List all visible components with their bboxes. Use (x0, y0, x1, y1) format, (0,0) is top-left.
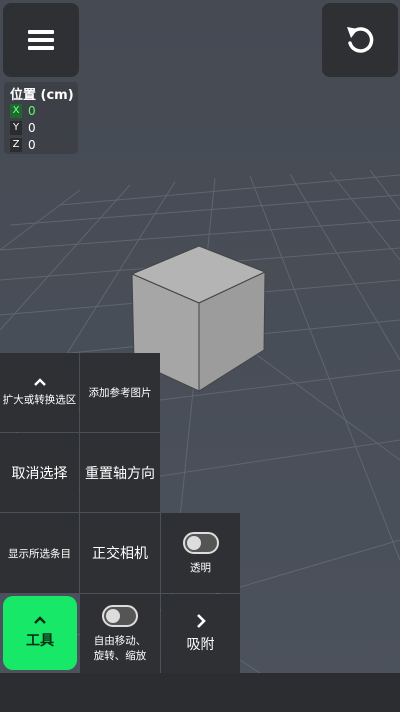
position-row-z[interactable]: Z 0 (10, 137, 36, 153)
expand-selection-label: 扩大或转换选区 (2, 394, 77, 406)
snap-label: 吸附 (186, 636, 215, 653)
chevron-up-icon (33, 378, 46, 386)
transparent-toggle[interactable] (182, 531, 219, 554)
reset-axis-button[interactable]: 重置轴方向 (80, 433, 160, 512)
free-move-label-line1: 自由移动、 (93, 634, 147, 647)
show-selected-label: 显示所选条目 (8, 547, 71, 560)
transparent-label: 透明 (190, 561, 211, 574)
menu-button[interactable] (3, 3, 79, 77)
reset-axis-label: 重置轴方向 (85, 465, 155, 482)
snap-button[interactable]: 吸附 (161, 594, 240, 673)
tools-button[interactable]: 工具 (3, 596, 77, 670)
position-title: 位置 (cm) (10, 88, 74, 103)
axis-label-x: X (10, 104, 22, 118)
show-selected-button[interactable]: 显示所选条目 (0, 513, 79, 593)
ortho-camera-label: 正交相机 (92, 546, 148, 562)
tools-label: 工具 (26, 633, 54, 649)
position-row-y[interactable]: Y 0 (10, 120, 36, 136)
chevron-right-icon (196, 613, 206, 628)
bottom-bar (0, 673, 400, 712)
position-row-x[interactable]: X 0 (10, 103, 36, 119)
free-move-label-line2: 旋转、缩放 (93, 649, 147, 662)
deselect-label: 取消选择 (11, 465, 68, 482)
axis-label-z: Z (10, 138, 22, 152)
add-reference-image-label: 添加参考图片 (88, 387, 152, 399)
undo-icon (347, 27, 374, 53)
hamburger-icon (28, 30, 54, 50)
axis-value-y[interactable]: 0 (28, 121, 36, 135)
transparent-toggle-cell[interactable]: 透明 (161, 513, 240, 593)
chevron-up-icon (34, 616, 46, 624)
ortho-camera-button[interactable]: 正交相机 (80, 513, 160, 593)
add-reference-image-button[interactable]: 添加参考图片 (80, 353, 160, 432)
undo-button[interactable] (322, 3, 398, 77)
free-move-toggle[interactable] (102, 604, 138, 627)
axis-value-z[interactable]: 0 (28, 138, 36, 152)
expand-selection-button[interactable]: 扩大或转换选区 (0, 353, 79, 432)
free-move-toggle-cell[interactable]: 自由移动、 旋转、缩放 (80, 594, 160, 673)
axis-value-x[interactable]: 0 (28, 104, 36, 118)
position-panel: 位置 (cm) X 0 Y 0 Z 0 (4, 82, 78, 154)
deselect-button[interactable]: 取消选择 (0, 433, 79, 512)
axis-label-y: Y (10, 121, 22, 135)
